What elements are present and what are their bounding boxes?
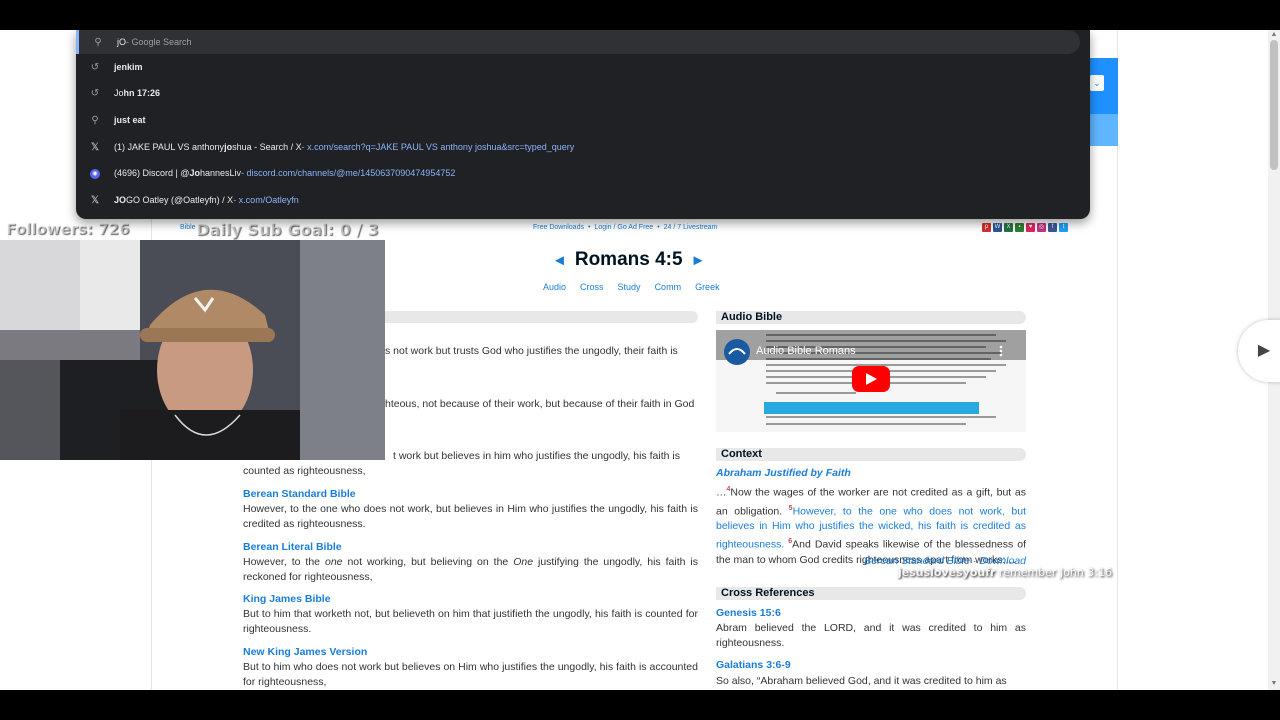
suggestion-row[interactable]: ◉ (4696) Discord | @ Jo hannesLiv - discor… bbox=[76, 160, 1090, 186]
x-icon: 𝕏 bbox=[90, 141, 100, 153]
facebook-icon[interactable]: f bbox=[1048, 223, 1057, 232]
discord-icon: ◉ bbox=[76, 167, 114, 179]
translation-block: Berean Standard Bible However, to the on… bbox=[243, 487, 698, 532]
chat-message: jesuslovesyoufr remember John 3:16 bbox=[898, 566, 1112, 579]
tab-study[interactable]: Study bbox=[618, 282, 641, 292]
search-icon: ⚲ bbox=[91, 114, 99, 126]
cross-ref-text: So also, “Abraham believed God, and it w… bbox=[716, 675, 1007, 687]
followers-counter: Followers: 726 bbox=[6, 220, 130, 238]
translation-name[interactable]: Berean Standard Bible bbox=[243, 487, 698, 502]
translation-text: But to him that worketh not, but believe… bbox=[243, 608, 698, 635]
address-bar-text[interactable]: jO bbox=[117, 37, 126, 47]
tab-comm[interactable]: Comm bbox=[655, 282, 682, 292]
chevron-down-icon[interactable]: ⌄ bbox=[1090, 75, 1104, 91]
tab-cross[interactable]: Cross bbox=[580, 282, 604, 292]
verse-partial-line: s not work but trusts God who justifies … bbox=[385, 345, 678, 357]
share-icons: p W X ▪ ♥ ◎ f t bbox=[982, 223, 1068, 232]
verse-heading: ◄ Romans 4:5 ► bbox=[552, 249, 705, 271]
scroll-thumb[interactable] bbox=[1270, 40, 1278, 170]
omnibox-dropdown: ⚲ jO - Google Search ↺ jenkim ↺ Jo hn 17:… bbox=[76, 30, 1090, 219]
site-nav-left[interactable]: Bible bbox=[180, 224, 196, 231]
suggestion-row[interactable]: 𝕏 (1) JAKE PAUL VS anthony jo shua - Sear… bbox=[76, 134, 1090, 160]
chat-username: jesuslovesyoufr bbox=[898, 566, 996, 579]
chat-text: remember John 3:16 bbox=[995, 566, 1113, 579]
tab-audio[interactable]: Audio bbox=[543, 282, 566, 292]
word-icon[interactable]: W bbox=[993, 223, 1002, 232]
cross-ref-link[interactable]: Genesis 15:6 bbox=[716, 607, 781, 619]
pdf-icon[interactable]: p bbox=[982, 223, 991, 232]
login-link[interactable]: Login / Go Ad Free bbox=[594, 224, 653, 231]
translation-text: However, to the one who does not work, b… bbox=[243, 503, 698, 530]
tab-greek[interactable]: Greek bbox=[695, 282, 720, 292]
suggestion-row[interactable]: ↺ Jo hn 17:26 bbox=[76, 80, 1090, 106]
address-bar-hint: - Google Search bbox=[126, 37, 192, 47]
verse-partial-line: t work but believes in him who justifies… bbox=[393, 450, 680, 462]
translation-block: New King James Version But to him who do… bbox=[243, 645, 698, 690]
webcam-image bbox=[0, 240, 385, 460]
suggestion-row[interactable]: 𝕏 JO GO Oatley (@Oatleyfn) / X - x.com/Oa… bbox=[76, 187, 1090, 213]
audio-bible-video[interactable]: Audio Bible Romans bbox=[716, 330, 1026, 432]
instagram-icon[interactable]: ◎ bbox=[1037, 223, 1046, 232]
excel-icon[interactable]: X bbox=[1004, 223, 1013, 232]
translation-block: Berean Literal Bible However, to the one… bbox=[243, 540, 698, 585]
next-verse-arrow-icon[interactable]: ► bbox=[691, 252, 706, 269]
address-bar[interactable]: ⚲ jO - Google Search bbox=[76, 30, 1080, 54]
history-icon: ↺ bbox=[90, 61, 100, 73]
context-title-link[interactable]: Abraham Justified by Faith bbox=[716, 467, 851, 479]
browser-top-bar bbox=[0, 0, 1280, 30]
scroll-up-icon[interactable]: ▲ bbox=[1270, 31, 1278, 39]
translation-text: But to him who does not work but believe… bbox=[243, 661, 698, 688]
browser-bottom-bar bbox=[0, 690, 1280, 720]
print-icon[interactable]: ▪ bbox=[1015, 223, 1024, 232]
cross-ref-text: Abram believed the LORD, and it was cred… bbox=[716, 622, 1026, 649]
site-nav-center: Free Downloads • Login / Go Ad Free • 24 / 7… bbox=[533, 224, 718, 231]
video-title[interactable]: Audio Bible Romans bbox=[756, 345, 856, 357]
suggestion-row[interactable]: ↺ jenkim bbox=[76, 54, 1090, 80]
page-title: Romans 4:5 bbox=[574, 249, 683, 270]
side-banner-lower[interactable] bbox=[1090, 114, 1118, 146]
pocket-icon[interactable]: ♥ bbox=[1026, 223, 1035, 232]
translation-text: However, to the one not working, but bel… bbox=[243, 556, 698, 583]
cross-references-heading: Cross References bbox=[716, 587, 1026, 600]
verse-partial-line: hteous, not because of their work, but b… bbox=[385, 398, 695, 410]
context-heading: Context bbox=[716, 448, 1026, 461]
sub-goal-counter: Daily Sub Goal: 0 / 3 bbox=[196, 220, 379, 239]
search-icon: ⚲ bbox=[94, 36, 102, 48]
prev-verse-arrow-icon[interactable]: ◄ bbox=[552, 252, 567, 269]
x-icon: 𝕏 bbox=[90, 194, 100, 206]
scroll-down-icon[interactable]: ▼ bbox=[1270, 680, 1278, 688]
verse-tabs: Audio Cross Study Comm Greek bbox=[543, 282, 720, 292]
free-downloads-link[interactable]: Free Downloads bbox=[533, 224, 584, 231]
cross-ref-link[interactable]: Galatians 3:6-9 bbox=[716, 659, 791, 671]
suggestion-row[interactable]: ⚲ just eat bbox=[76, 107, 1090, 133]
webcam-feed bbox=[0, 240, 385, 460]
translation-block: King James Bible But to him that worketh… bbox=[243, 592, 698, 637]
audio-bible-heading: Audio Bible bbox=[716, 311, 1026, 324]
livestream-link[interactable]: 24 / 7 Livestream bbox=[664, 224, 718, 231]
translation-name[interactable]: Berean Literal Bible bbox=[243, 540, 698, 555]
twitter-icon[interactable]: t bbox=[1059, 223, 1068, 232]
translation-name[interactable]: New King James Version bbox=[243, 645, 698, 660]
verse-partial-line: counted as righteousness, bbox=[243, 465, 366, 477]
translation-name[interactable]: King James Bible bbox=[243, 592, 698, 607]
history-icon: ↺ bbox=[90, 87, 100, 99]
